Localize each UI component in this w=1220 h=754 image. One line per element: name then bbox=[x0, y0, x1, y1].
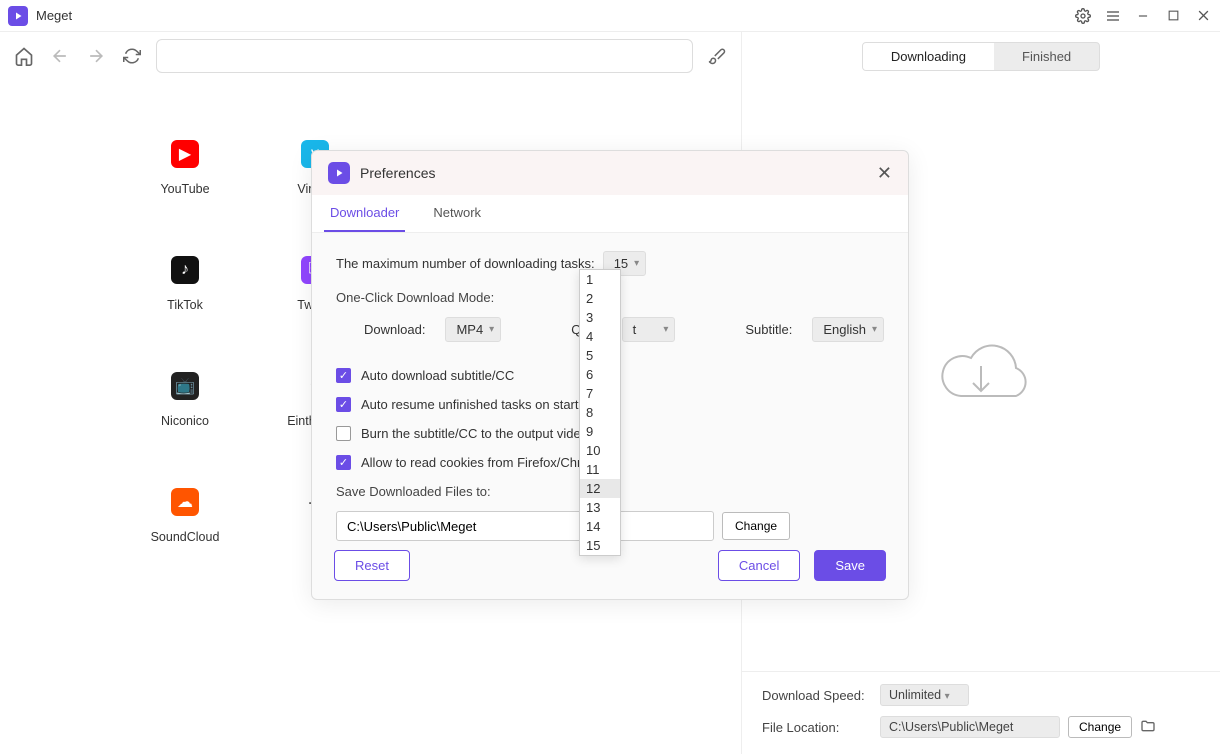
Niconico-icon: 📺 bbox=[171, 372, 199, 400]
dropdown-item-3[interactable]: 3 bbox=[580, 308, 620, 327]
save-path-input[interactable] bbox=[336, 511, 714, 541]
dropdown-item-6[interactable]: 6 bbox=[580, 365, 620, 384]
cb-read-cookies[interactable]: ✓ bbox=[336, 455, 351, 470]
site-niconico[interactable]: 📺 Niconico bbox=[120, 372, 250, 428]
cb-burn-subtitle[interactable] bbox=[336, 426, 351, 441]
modal-close-icon[interactable]: ✕ bbox=[877, 163, 892, 184]
back-icon[interactable] bbox=[48, 44, 72, 68]
max-tasks-label: The maximum number of downloading tasks: bbox=[336, 256, 595, 271]
dropdown-item-9[interactable]: 9 bbox=[580, 422, 620, 441]
dropdown-item-13[interactable]: 13 bbox=[580, 498, 620, 517]
site-tiktok[interactable]: ♪ TikTok bbox=[120, 256, 250, 312]
dropdown-item-2[interactable]: 2 bbox=[580, 289, 620, 308]
subtitle-select[interactable]: English▾ bbox=[812, 317, 884, 342]
cloud-download-icon bbox=[931, 336, 1031, 416]
modal-tab-downloader[interactable]: Downloader bbox=[324, 195, 405, 232]
forward-icon[interactable] bbox=[84, 44, 108, 68]
gear-icon[interactable] bbox=[1074, 7, 1092, 25]
quality-select[interactable]: t▾ bbox=[622, 317, 676, 342]
location-path: C:\Users\Public\Meget bbox=[880, 716, 1060, 738]
change-path-button[interactable]: Change bbox=[722, 512, 790, 540]
change-location-button[interactable]: Change bbox=[1068, 716, 1132, 738]
speed-label: Download Speed: bbox=[762, 688, 872, 703]
maximize-icon[interactable] bbox=[1164, 7, 1182, 25]
dropdown-item-8[interactable]: 8 bbox=[580, 403, 620, 422]
site-label: Niconico bbox=[161, 414, 209, 428]
home-icon[interactable] bbox=[12, 44, 36, 68]
dropdown-item-5[interactable]: 5 bbox=[580, 346, 620, 365]
close-icon[interactable] bbox=[1194, 7, 1212, 25]
dropdown-item-4[interactable]: 4 bbox=[580, 327, 620, 346]
dropdown-item-12[interactable]: 12 bbox=[580, 479, 620, 498]
tab-downloading[interactable]: Downloading bbox=[863, 43, 994, 70]
max-tasks-dropdown: 123456789101112131415 bbox=[579, 269, 621, 556]
cb-auto-resume[interactable]: ✓ bbox=[336, 397, 351, 412]
cancel-button[interactable]: Cancel bbox=[718, 550, 800, 581]
minimize-icon[interactable] bbox=[1134, 7, 1152, 25]
dropdown-item-15[interactable]: 15 bbox=[580, 536, 620, 555]
app-title: Meget bbox=[36, 8, 1074, 23]
site-youtube[interactable]: ▶ YouTube bbox=[120, 140, 250, 196]
modal-tab-network[interactable]: Network bbox=[427, 195, 487, 232]
dropdown-item-10[interactable]: 10 bbox=[580, 441, 620, 460]
titlebar: Meget bbox=[0, 0, 1220, 32]
TikTok-icon: ♪ bbox=[171, 256, 199, 284]
location-label: File Location: bbox=[762, 720, 872, 735]
download-format-select[interactable]: MP4▾ bbox=[445, 317, 501, 342]
YouTube-icon: ▶ bbox=[171, 140, 199, 168]
speed-select[interactable]: Unlimited ▾ bbox=[880, 684, 969, 706]
cb-auto-subtitle[interactable]: ✓ bbox=[336, 368, 351, 383]
site-label: TikTok bbox=[167, 298, 203, 312]
download-format-label: Download: bbox=[364, 322, 425, 337]
modal-title: Preferences bbox=[360, 165, 877, 181]
url-input[interactable] bbox=[156, 39, 693, 73]
site-label: YouTube bbox=[160, 182, 209, 196]
dropdown-item-14[interactable]: 14 bbox=[580, 517, 620, 536]
cb-auto-subtitle-label: Auto download subtitle/CC bbox=[361, 368, 514, 383]
cb-burn-subtitle-label: Burn the subtitle/CC to the output video bbox=[361, 426, 588, 441]
save-button[interactable]: Save bbox=[814, 550, 886, 581]
dropdown-item-7[interactable]: 7 bbox=[580, 384, 620, 403]
brush-icon[interactable] bbox=[705, 44, 729, 68]
modal-logo-icon bbox=[328, 162, 350, 184]
subtitle-label: Subtitle: bbox=[745, 322, 792, 337]
menu-icon[interactable] bbox=[1104, 7, 1122, 25]
dropdown-item-11[interactable]: 11 bbox=[580, 460, 620, 479]
dl-tabs: Downloading Finished bbox=[862, 42, 1100, 71]
site-label: SoundCloud bbox=[151, 530, 220, 544]
cb-read-cookies-label: Allow to read cookies from Firefox/Chrom… bbox=[361, 455, 607, 470]
reload-icon[interactable] bbox=[120, 44, 144, 68]
tab-finished[interactable]: Finished bbox=[994, 43, 1099, 70]
SoundCloud-icon: ☁ bbox=[171, 488, 199, 516]
cb-auto-resume-label: Auto resume unfinished tasks on startup bbox=[361, 397, 593, 412]
site-soundcloud[interactable]: ☁ SoundCloud bbox=[120, 488, 250, 544]
app-logo-icon bbox=[8, 6, 28, 26]
reset-button[interactable]: Reset bbox=[334, 550, 410, 581]
dropdown-item-1[interactable]: 1 bbox=[580, 270, 620, 289]
folder-icon[interactable] bbox=[1140, 718, 1156, 737]
